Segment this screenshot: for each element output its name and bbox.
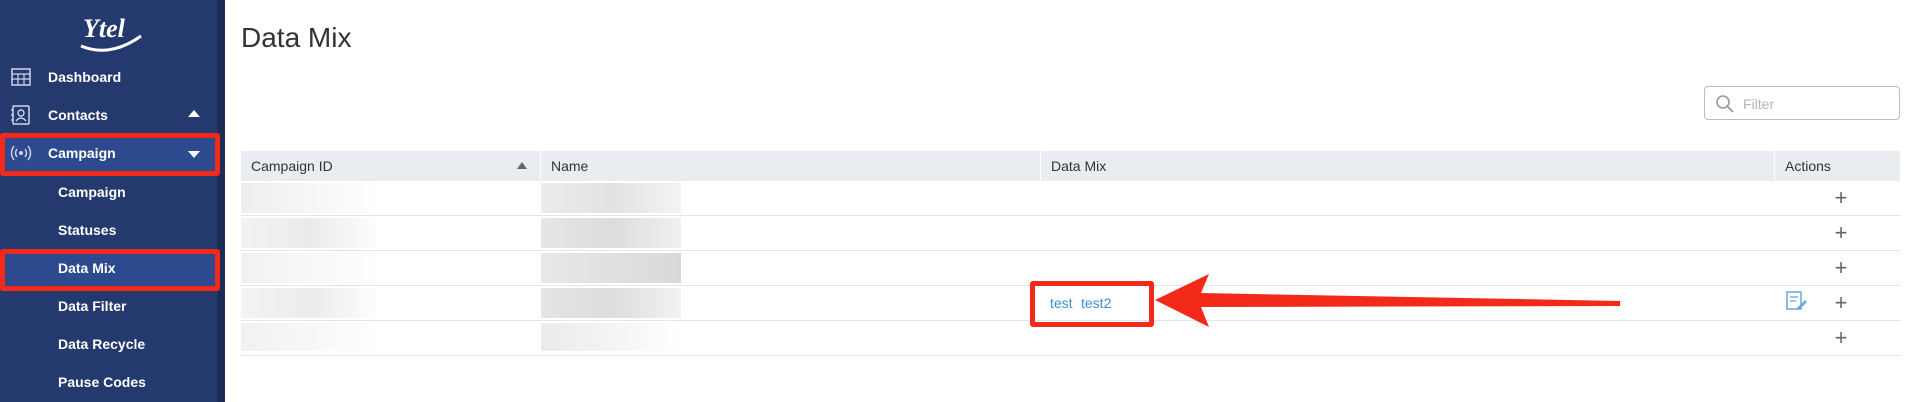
redacted-name: [541, 288, 681, 318]
sidebar-item-contacts[interactable]: Contacts: [0, 97, 217, 133]
highlight-data-mix-cell-annotation: [1030, 281, 1154, 327]
sidebar-item-label: Dashboard: [48, 69, 122, 85]
redacted-campaign-id: [241, 288, 381, 318]
add-icon[interactable]: +: [1831, 257, 1851, 279]
annotation-arrow-icon: [1155, 274, 1620, 327]
chevron-up-icon: [188, 110, 200, 117]
sidebar-subitem-label: Campaign: [58, 184, 126, 200]
sidebar-subitem-data-recycle[interactable]: Data Recycle: [0, 326, 217, 362]
column-header-campaign-id[interactable]: Campaign ID: [241, 151, 541, 181]
edit-icon[interactable]: [1785, 290, 1807, 312]
dashboard-icon: [10, 67, 32, 87]
table-row: +: [241, 216, 1900, 251]
add-icon[interactable]: +: [1831, 292, 1851, 314]
sidebar-subitem-label: Data Recycle: [58, 336, 146, 352]
svg-text:Ytel: Ytel: [83, 14, 126, 43]
filter-field[interactable]: [1704, 86, 1900, 120]
add-icon[interactable]: +: [1831, 187, 1851, 209]
sidebar-subitem-label: Pause Codes: [58, 374, 146, 390]
add-icon[interactable]: +: [1831, 327, 1851, 349]
sidebar-subitem-label: Statuses: [58, 222, 117, 238]
column-header-label: Campaign ID: [251, 158, 333, 174]
redacted-campaign-id: [241, 323, 381, 351]
column-header-data-mix[interactable]: Data Mix: [1041, 151, 1775, 181]
sidebar-subitem-statuses[interactable]: Statuses: [0, 212, 217, 248]
page-title: Data Mix: [241, 22, 352, 53]
column-header-label: Actions: [1785, 158, 1831, 174]
highlight-data-mix-annotation: [0, 249, 220, 291]
redacted-campaign-id: [241, 253, 381, 283]
column-header-label: Data Mix: [1051, 158, 1107, 174]
column-header-actions: Actions: [1775, 151, 1900, 181]
sort-ascending-icon: [517, 162, 527, 169]
table-row: +: [241, 181, 1900, 216]
redacted-name: [541, 253, 681, 283]
highlight-campaign-annotation: [0, 133, 220, 176]
sidebar: Ytel Dashboard Contacts Campaign Campaig…: [0, 0, 225, 402]
search-icon: [1716, 95, 1734, 113]
redacted-name: [541, 323, 681, 351]
column-header-name[interactable]: Name: [541, 151, 1041, 181]
redacted-name: [541, 183, 681, 213]
add-icon[interactable]: +: [1831, 222, 1851, 244]
redacted-campaign-id: [241, 218, 381, 248]
sidebar-item-label: Contacts: [48, 107, 108, 123]
column-header-label: Name: [551, 158, 589, 174]
sidebar-subitem-campaign[interactable]: Campaign: [0, 174, 217, 210]
contacts-icon: [10, 105, 32, 125]
sidebar-edge: [217, 0, 225, 402]
sidebar-subitem-label: Data Filter: [58, 298, 127, 314]
sidebar-subitem-data-filter[interactable]: Data Filter: [0, 288, 217, 324]
sidebar-subitem-pause-codes[interactable]: Pause Codes: [0, 364, 217, 400]
sidebar-item-dashboard[interactable]: Dashboard: [0, 59, 217, 95]
redacted-name: [541, 218, 681, 248]
filter-input[interactable]: [1741, 94, 1895, 114]
ytel-logo[interactable]: Ytel: [75, 10, 145, 54]
redacted-campaign-id: [241, 183, 381, 213]
